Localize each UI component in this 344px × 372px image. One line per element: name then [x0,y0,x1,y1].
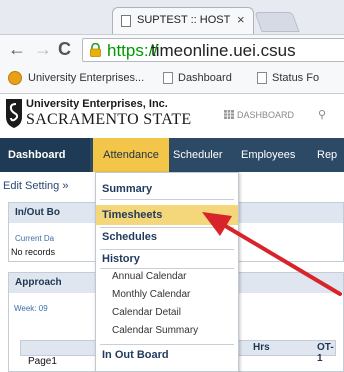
page-icon [163,72,173,84]
new-tab-button[interactable] [254,12,300,32]
menu-item-history[interactable]: History [96,253,238,265]
address-bar[interactable]: https:// timeonline.uei.csus [82,38,344,62]
tab-strip: SUPTEST :: HOST :: 4000 S × [0,0,344,34]
menu-item-annual-calendar[interactable]: Annual Calendar [96,271,238,282]
nav-reports[interactable]: Rep [317,138,337,172]
breadcrumb[interactable]: Edit Setting » [3,180,68,192]
nav-attendance[interactable]: Attendance [93,138,169,172]
column-header: Hrs [253,342,270,353]
toolbar-icon[interactable]: ⚲ [318,108,326,121]
pager-label[interactable]: Page1 [28,356,57,367]
browser-chrome: SUPTEST :: HOST :: 4000 S × ← → C https:… [0,0,344,94]
menu-item-timesheets[interactable]: Timesheets [96,205,238,225]
menu-item-monthly-calendar[interactable]: Monthly Calendar [96,289,238,300]
main-nav: Dashboard Attendance Scheduler Employees… [0,138,344,172]
browser-tab[interactable]: SUPTEST :: HOST :: 4000 S × [112,7,254,34]
ue-favicon-icon [8,71,22,85]
bookmark-university-enterprises[interactable]: University Enterprises... [28,72,144,84]
bookmark-status[interactable]: Status Fo [272,72,319,84]
nav-scheduler[interactable]: Scheduler [173,138,223,172]
reload-icon[interactable]: C [58,39,71,59]
menu-item-in-out-board[interactable]: In Out Board [96,349,238,361]
browser-toolbar: ← → C https:// timeonline.uei.csus [0,34,344,64]
org-name: University Enterprises, Inc. [26,98,168,110]
forward-icon[interactable]: → [34,39,52,59]
menu-item-calendar-summary[interactable]: Calendar Summary [96,325,238,336]
menu-divider [100,249,234,250]
lock-icon [90,43,101,57]
org-campus: SACRAMENTO STATE [26,111,192,128]
menu-divider [100,199,234,200]
page-icon [121,15,131,27]
nav-employees[interactable]: Employees [241,138,295,172]
tab-title: SUPTEST :: HOST :: 4000 S [137,14,231,26]
bookmark-dashboard[interactable]: Dashboard [178,72,232,84]
column-header: OT-1 [317,342,334,364]
url-host: timeonline.uei.csus [151,41,296,60]
attendance-dropdown-menu: Summary Timesheets Schedules History Ann… [95,172,239,372]
tab-close-icon[interactable]: × [237,12,245,27]
menu-divider [100,227,234,228]
menu-divider [100,344,234,345]
nav-dashboard[interactable]: Dashboard [0,138,90,172]
menu-item-schedules[interactable]: Schedules [96,231,238,243]
dashboard-link[interactable]: DASHBOARD [237,110,294,120]
bookmarks-bar: University Enterprises... Dashboard Stat… [0,64,344,94]
current-date-label: Current Da [15,234,55,243]
menu-item-calendar-detail[interactable]: Calendar Detail [96,307,238,318]
dashboard-grid-icon [224,110,234,119]
no-records-text: No records [11,247,56,257]
site-header: University Enterprises, Inc. SACRAMENTO … [0,94,344,136]
menu-item-summary[interactable]: Summary [96,183,238,195]
back-icon[interactable]: ← [8,39,26,59]
page-icon [257,72,267,84]
menu-divider [100,268,234,269]
week-label: Week: 09 [14,304,48,313]
sacramento-state-logo [6,99,22,128]
